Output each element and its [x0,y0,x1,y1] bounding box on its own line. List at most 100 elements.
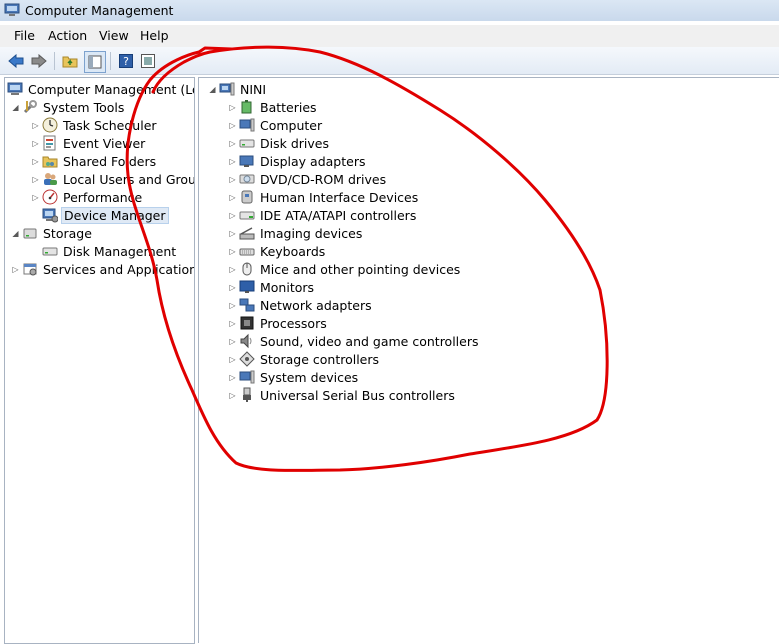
expand-arrow-icon[interactable]: ▷ [228,355,237,364]
tree-item-system-tools[interactable]: ◢ System Tools [11,98,126,116]
tree-item-label: Disk Management [63,243,177,259]
device-category-label: Universal Serial Bus controllers [260,387,455,403]
tree-item-label: Local Users and Groups [63,171,194,187]
expand-arrow-icon[interactable]: ▷ [228,373,237,382]
tree-item-shared-folders[interactable]: ▷ Shared Folders [31,152,158,170]
tree-item-event-viewer[interactable]: ▷ Event Viewer [31,134,147,152]
toolbar-separator [54,52,55,70]
up-folder-icon[interactable] [60,51,80,71]
expand-arrow-icon[interactable]: ▷ [228,157,237,166]
device-category-label: Disk drives [260,135,329,151]
ide-controller-icon [239,207,255,223]
device-category-sound-video-game-controllers[interactable]: ▷ Sound, video and game controllers [228,332,481,350]
services-icon [22,261,38,277]
expand-arrow-icon[interactable]: ▷ [228,319,237,328]
window-title: Computer Management [25,3,174,18]
device-category-dvd-cd-rom-drives[interactable]: ▷ DVD/CD-ROM drives [228,170,388,188]
tree-item-label: Shared Folders [63,153,157,169]
device-category-mice[interactable]: ▷ Mice and other pointing devices [228,260,462,278]
device-category-batteries[interactable]: ▷ Batteries [228,98,319,116]
tree-item-performance[interactable]: ▷ Performance [31,188,144,206]
svg-text:?: ? [123,55,129,68]
device-category-monitors[interactable]: ▷ Monitors [228,278,316,296]
device-category-label: Human Interface Devices [260,189,419,205]
device-category-usb-controllers[interactable]: ▷ Universal Serial Bus controllers [228,386,457,404]
expand-arrow-icon[interactable]: ▷ [11,265,20,274]
menu-help[interactable]: Help [138,28,171,43]
expand-arrow-icon[interactable]: ▷ [228,283,237,292]
tree-item-disk-management[interactable]: Disk Management [42,242,178,260]
tree-item-label: Event Viewer [63,135,146,151]
tree-item-label: Services and Applications [43,261,195,277]
expand-arrow-icon[interactable]: ▷ [228,211,237,220]
expand-arrow-icon[interactable]: ▷ [31,121,40,130]
performance-icon [42,189,58,205]
tools-icon [22,99,38,115]
clock-icon [42,117,58,133]
disk-icon [42,243,58,259]
menu-action[interactable]: Action [46,28,89,43]
device-category-processors[interactable]: ▷ Processors [228,314,329,332]
tree-item-task-scheduler[interactable]: ▷ Task Scheduler [31,116,159,134]
collapse-arrow-icon[interactable]: ◢ [208,85,217,94]
expand-arrow-icon[interactable]: ▷ [31,193,40,202]
device-tree-root[interactable]: ◢ NINI [208,80,268,98]
device-category-label: IDE ATA/ATAPI controllers [260,207,417,223]
device-category-imaging-devices[interactable]: ▷ Imaging devices [228,224,364,242]
expand-arrow-icon[interactable]: ▷ [31,175,40,184]
expand-arrow-icon[interactable]: ▷ [228,103,237,112]
collapse-arrow-icon[interactable]: ◢ [11,103,20,112]
expand-arrow-icon[interactable]: ▷ [228,265,237,274]
tree-item-device-manager[interactable]: Device Manager [42,206,169,224]
device-category-human-interface-devices[interactable]: ▷ Human Interface Devices [228,188,420,206]
toolbar-separator [110,52,111,70]
back-arrow-icon[interactable] [6,51,26,71]
menu-view[interactable]: View [97,28,131,43]
device-category-label: System devices [260,369,359,385]
help-icon[interactable]: ? [116,51,136,71]
tree-item-services-and-applications[interactable]: ▷ Services and Applications [11,260,195,278]
computer-management-icon [7,81,23,97]
expand-arrow-icon[interactable]: ▷ [228,337,237,346]
console-view-icon[interactable] [138,51,158,71]
expand-arrow-icon[interactable]: ▷ [228,391,237,400]
device-category-network-adapters[interactable]: ▷ Network adapters [228,296,374,314]
expand-arrow-icon[interactable]: ▷ [31,139,40,148]
mouse-icon [239,261,255,277]
device-category-label: Processors [260,315,327,331]
forward-arrow-icon[interactable] [29,51,49,71]
expand-arrow-icon[interactable]: ▷ [228,247,237,256]
expand-arrow-icon[interactable]: ▷ [228,229,237,238]
tree-item-local-users-and-groups[interactable]: ▷ Local Users and Groups [31,170,194,188]
menu-bar: File Action View Help [0,25,779,47]
battery-icon [239,99,255,115]
device-category-label: Sound, video and game controllers [260,333,479,349]
disk-drive-icon [239,135,255,151]
expand-arrow-icon[interactable]: ▷ [228,139,237,148]
menu-file[interactable]: File [12,28,37,43]
device-category-keyboards[interactable]: ▷ Keyboards [228,242,327,260]
tree-item-label: Storage [43,225,92,241]
device-category-storage-controllers[interactable]: ▷ Storage controllers [228,350,381,368]
device-category-system-devices[interactable]: ▷ System devices [228,368,360,386]
scanner-icon [239,225,255,241]
expand-arrow-icon[interactable]: ▷ [228,175,237,184]
tree-root-label: Computer Management (Local [28,81,194,97]
device-category-ide-ata-atapi-controllers[interactable]: ▷ IDE ATA/ATAPI controllers [228,206,418,224]
show-hide-tree-icon[interactable] [84,51,106,73]
tree-root-computer-management[interactable]: Computer Management (Local [7,80,194,98]
device-category-computer[interactable]: ▷ Computer [228,116,324,134]
device-category-label: Keyboards [260,243,326,259]
tree-item-label: Device Manager [61,206,169,224]
collapse-arrow-icon[interactable]: ◢ [11,229,20,238]
expand-arrow-icon[interactable]: ▷ [228,193,237,202]
console-tree: Computer Management (Local ◢ System Tool… [4,77,195,644]
device-tree-pane: ◢ NINI ▷ Batteries ▷ Computer ▷ Disk dri… [198,77,779,643]
device-category-disk-drives[interactable]: ▷ Disk drives [228,134,331,152]
expand-arrow-icon[interactable]: ▷ [228,301,237,310]
expand-arrow-icon[interactable]: ▷ [31,157,40,166]
device-category-label: Display adapters [260,153,366,169]
expand-arrow-icon[interactable]: ▷ [228,121,237,130]
device-category-display-adapters[interactable]: ▷ Display adapters [228,152,367,170]
tree-item-storage[interactable]: ◢ Storage [11,224,94,242]
